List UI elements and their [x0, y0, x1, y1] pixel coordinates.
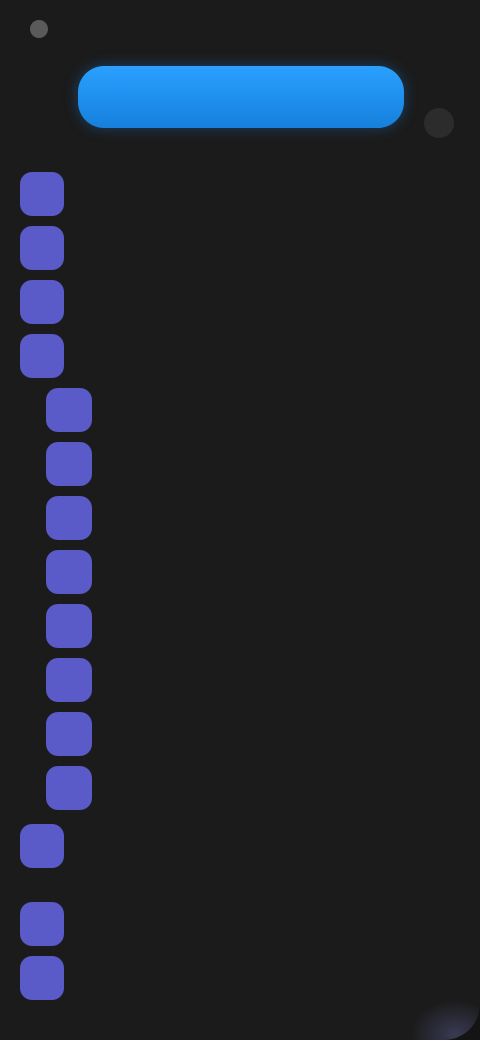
subitem-icon — [46, 442, 92, 486]
subitem-icon — [46, 550, 92, 594]
subitem-icon — [46, 388, 92, 432]
drawer-header — [30, 14, 58, 44]
item-icon — [20, 280, 64, 324]
drawer-item[interactable] — [20, 334, 82, 378]
subitem-icon — [46, 658, 92, 702]
drawer-subitem[interactable] — [46, 712, 110, 756]
navigation-drawer — [0, 0, 480, 1040]
subitem-icon — [46, 496, 92, 540]
subitem-icon — [46, 766, 92, 810]
subitem-icon — [46, 604, 92, 648]
drawer-subitem[interactable] — [46, 496, 110, 540]
drawer-subitem[interactable] — [46, 550, 110, 594]
drawer-item[interactable] — [20, 280, 82, 324]
primary-action-button[interactable] — [78, 66, 404, 128]
drawer-subitem[interactable] — [46, 766, 110, 810]
item-icon — [20, 824, 64, 868]
drawer-subitem[interactable] — [46, 658, 110, 702]
drawer-item[interactable] — [20, 172, 82, 216]
app-icon[interactable] — [30, 20, 48, 38]
item-icon — [20, 956, 64, 1000]
drawer-subitem[interactable] — [46, 442, 110, 486]
drawer-item[interactable] — [20, 902, 82, 946]
item-icon — [20, 334, 64, 378]
item-icon — [20, 172, 64, 216]
item-icon — [20, 226, 64, 270]
drawer-item[interactable] — [20, 956, 82, 1000]
drawer-item[interactable] — [20, 824, 382, 868]
drawer-subitem[interactable] — [46, 604, 110, 648]
more-options-icon[interactable] — [424, 108, 454, 138]
drawer-subitem[interactable] — [46, 388, 110, 432]
drawer-item[interactable] — [20, 226, 82, 270]
subitem-icon — [46, 712, 92, 756]
item-icon — [20, 902, 64, 946]
